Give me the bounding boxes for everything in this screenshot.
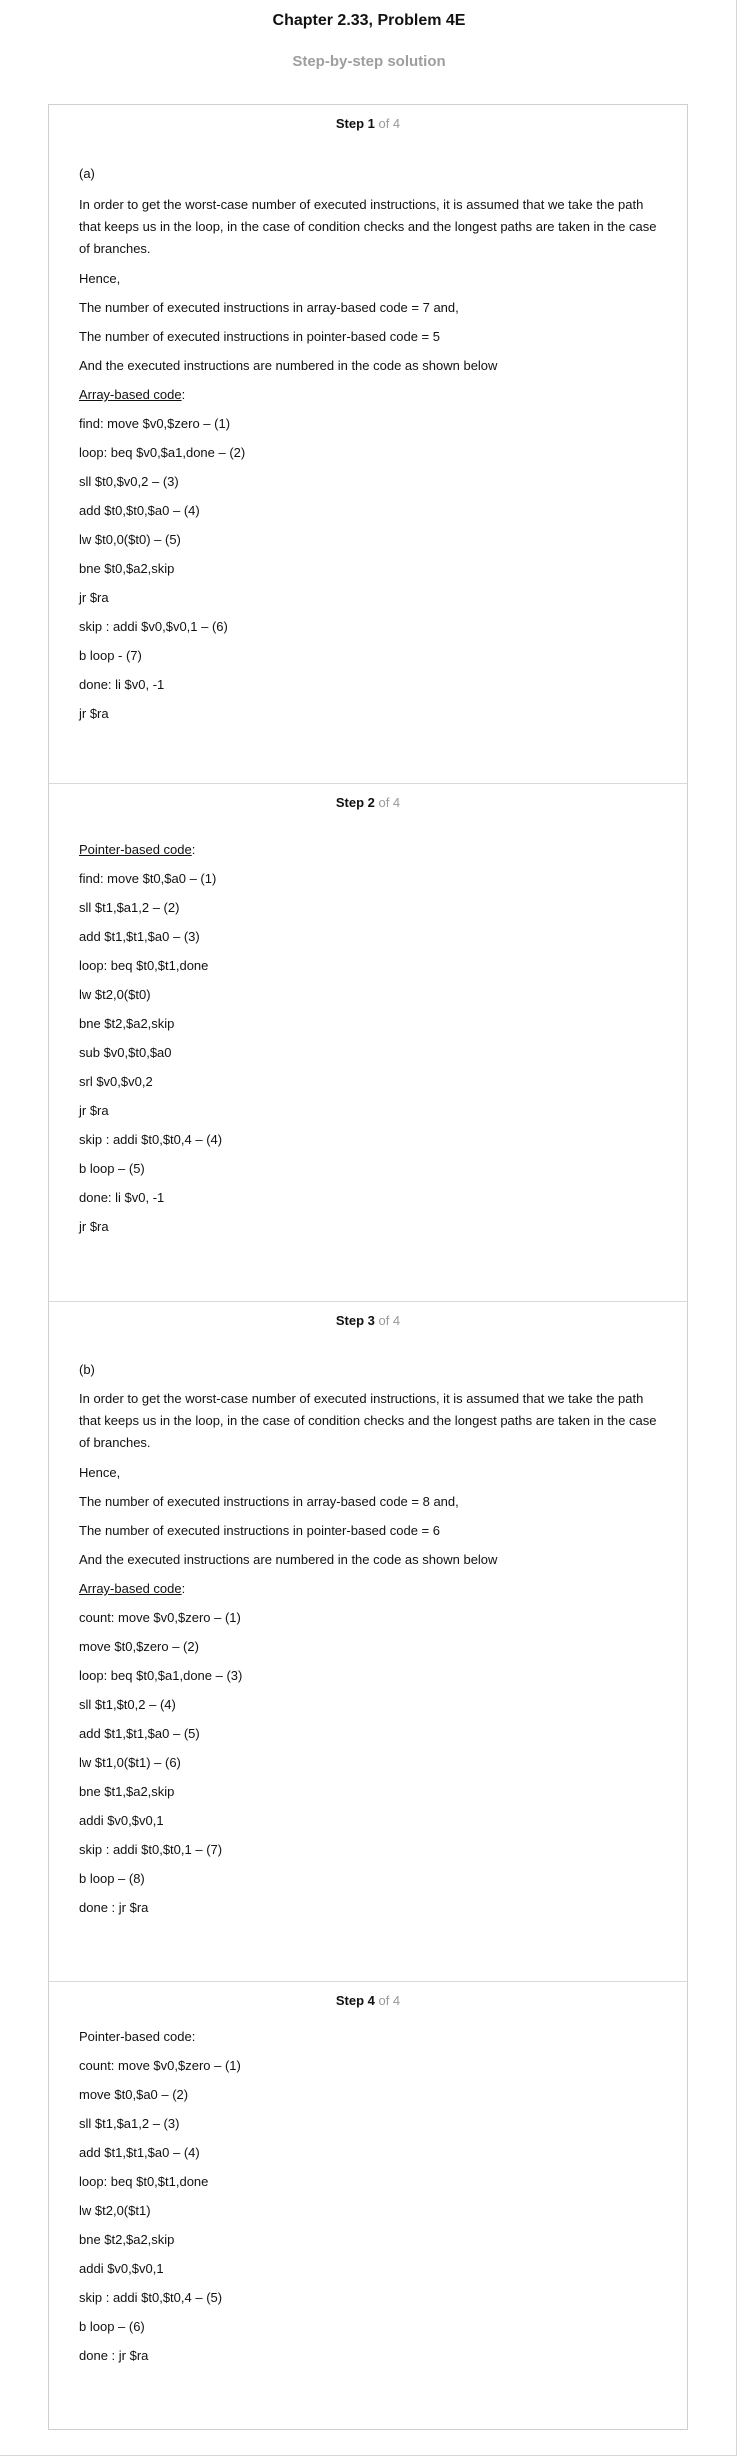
code-line: count: move $v0,$zero – (1) bbox=[79, 2058, 241, 2073]
numbering-note: And the executed instructions are number… bbox=[79, 1552, 498, 1567]
code-line: loop: beq $t0,$a1,done – (3) bbox=[79, 1668, 243, 1683]
code-heading-label: Array-based code bbox=[79, 387, 182, 402]
step-number: Step 1 bbox=[335, 116, 375, 131]
pointer-count-text: The number of executed instructions in p… bbox=[79, 329, 440, 344]
code-line: bne $t1,$a2,skip bbox=[79, 1784, 175, 1799]
code-heading: Pointer-based code: bbox=[79, 2029, 196, 2044]
code-line: add $t1,$t1,$a0 – (3) bbox=[79, 929, 200, 944]
step-3: Step 3 of 4 (b) In order to get the wors… bbox=[49, 1301, 687, 1982]
step-number: Step 3 bbox=[335, 1313, 375, 1328]
code-line: loop: beq $t0,$t1,done bbox=[79, 958, 209, 973]
step-2: Step 2 of 4 Pointer-based code: find: mo… bbox=[49, 783, 687, 1302]
code-line: skip : addi $v0,$v0,1 – (6) bbox=[79, 619, 228, 634]
step-number: Step 2 bbox=[335, 795, 375, 810]
code-line: addi $v0,$v0,1 bbox=[79, 2261, 164, 2276]
step-header: Step 4 of 4 bbox=[49, 1993, 687, 2008]
hence-text: Hence, bbox=[79, 1465, 121, 1480]
code-line: lw $t2,0($t0) bbox=[79, 987, 151, 1002]
code-line: sll $t0,$v0,2 – (3) bbox=[79, 474, 179, 489]
code-line: lw $t0,0($t0) – (5) bbox=[79, 532, 181, 547]
code-line: add $t1,$t1,$a0 – (5) bbox=[79, 1726, 200, 1741]
numbering-note: And the executed instructions are number… bbox=[79, 358, 498, 373]
code-line: count: move $v0,$zero – (1) bbox=[79, 1610, 241, 1625]
step-total: of 4 bbox=[374, 795, 401, 810]
code-heading-label: Pointer-based code bbox=[79, 842, 192, 857]
code-line: addi $v0,$v0,1 bbox=[79, 1813, 164, 1828]
code-heading-colon: : bbox=[181, 387, 186, 402]
code-line: jr $ra bbox=[79, 706, 109, 721]
code-heading-colon: : bbox=[181, 1581, 186, 1596]
code-line: find: move $t0,$a0 – (1) bbox=[79, 871, 217, 886]
hence-text: Hence, bbox=[79, 271, 121, 286]
code-line: add $t0,$t0,$a0 – (4) bbox=[79, 503, 200, 518]
code-line: bne $t2,$a2,skip bbox=[79, 2232, 175, 2247]
step-header: Step 1 of 4 bbox=[49, 116, 687, 131]
code-line: b loop – (5) bbox=[79, 1161, 145, 1176]
page-title: Chapter 2.33, Problem 4E bbox=[272, 12, 466, 29]
step-1: Step 1 of 4 (a) In order to get the wors… bbox=[49, 105, 687, 783]
intro-paragraph: In order to get the worst-case number of… bbox=[79, 197, 657, 256]
array-count-text: The number of executed instructions in a… bbox=[79, 1494, 459, 1509]
code-line: bne $t2,$a2,skip bbox=[79, 1016, 175, 1031]
code-heading-label: Array-based code bbox=[79, 1581, 182, 1596]
code-line: done : jr $ra bbox=[79, 2348, 149, 2363]
code-line: done: li $v0, -1 bbox=[79, 1190, 165, 1205]
code-line: move $t0,$a0 – (2) bbox=[79, 2087, 189, 2102]
step-4: Step 4 of 4 Pointer-based code: count: m… bbox=[49, 1981, 687, 2430]
code-line: sll $t1,$t0,2 – (4) bbox=[79, 1697, 176, 1712]
solution-steps: Step 1 of 4 (a) In order to get the wors… bbox=[48, 104, 688, 2430]
part-label: (a) bbox=[79, 166, 95, 181]
code-line: bne $t0,$a2,skip bbox=[79, 561, 175, 576]
code-line: jr $ra bbox=[79, 1219, 109, 1234]
code-heading: Pointer-based code: bbox=[79, 839, 659, 861]
code-line: b loop – (8) bbox=[79, 1871, 145, 1886]
code-heading-colon: : bbox=[191, 842, 196, 857]
step-number: Step 4 bbox=[335, 1993, 375, 2008]
code-line: sub $v0,$t0,$a0 bbox=[79, 1045, 172, 1060]
code-line: add $t1,$t1,$a0 – (4) bbox=[79, 2145, 200, 2160]
code-line: lw $t2,0($t1) bbox=[79, 2203, 151, 2218]
step-header: Step 2 of 4 bbox=[49, 795, 687, 810]
code-line: done : jr $ra bbox=[79, 1900, 149, 1915]
step-total: of 4 bbox=[374, 116, 401, 131]
code-line: loop: beq $t0,$t1,done bbox=[79, 2174, 209, 2189]
code-line: jr $ra bbox=[79, 590, 109, 605]
array-count-text: The number of executed instructions in a… bbox=[79, 300, 459, 315]
step-header: Step 3 of 4 bbox=[49, 1313, 687, 1328]
step-total: of 4 bbox=[374, 1313, 401, 1328]
part-label: (b) bbox=[79, 1362, 95, 1377]
code-line: b loop – (6) bbox=[79, 2319, 145, 2334]
code-line: skip : addi $t0,$t0,1 – (7) bbox=[79, 1842, 223, 1857]
code-heading: Array-based code: bbox=[79, 1578, 659, 1600]
code-line: skip : addi $t0,$t0,4 – (5) bbox=[79, 2290, 223, 2305]
code-line: sll $t1,$a1,2 – (3) bbox=[79, 2116, 180, 2131]
code-line: srl $v0,$v0,2 bbox=[79, 1074, 153, 1089]
code-line: sll $t1,$a1,2 – (2) bbox=[79, 900, 180, 915]
code-line: b loop - (7) bbox=[79, 648, 142, 663]
code-line: lw $t1,0($t1) – (6) bbox=[79, 1755, 181, 1770]
code-line: move $t0,$zero – (2) bbox=[79, 1639, 199, 1654]
code-line: done: li $v0, -1 bbox=[79, 677, 165, 692]
page-subtitle: Step-by-step solution bbox=[292, 53, 446, 70]
code-line: jr $ra bbox=[79, 1103, 109, 1118]
code-line: skip : addi $t0,$t0,4 – (4) bbox=[79, 1132, 223, 1147]
pointer-count-text: The number of executed instructions in p… bbox=[79, 1523, 440, 1538]
code-line: loop: beq $v0,$a1,done – (2) bbox=[79, 445, 246, 460]
code-heading: Array-based code: bbox=[79, 384, 659, 406]
intro-paragraph: In order to get the worst-case number of… bbox=[79, 1391, 657, 1450]
step-total: of 4 bbox=[374, 1993, 401, 2008]
code-line: find: move $v0,$zero – (1) bbox=[79, 416, 231, 431]
